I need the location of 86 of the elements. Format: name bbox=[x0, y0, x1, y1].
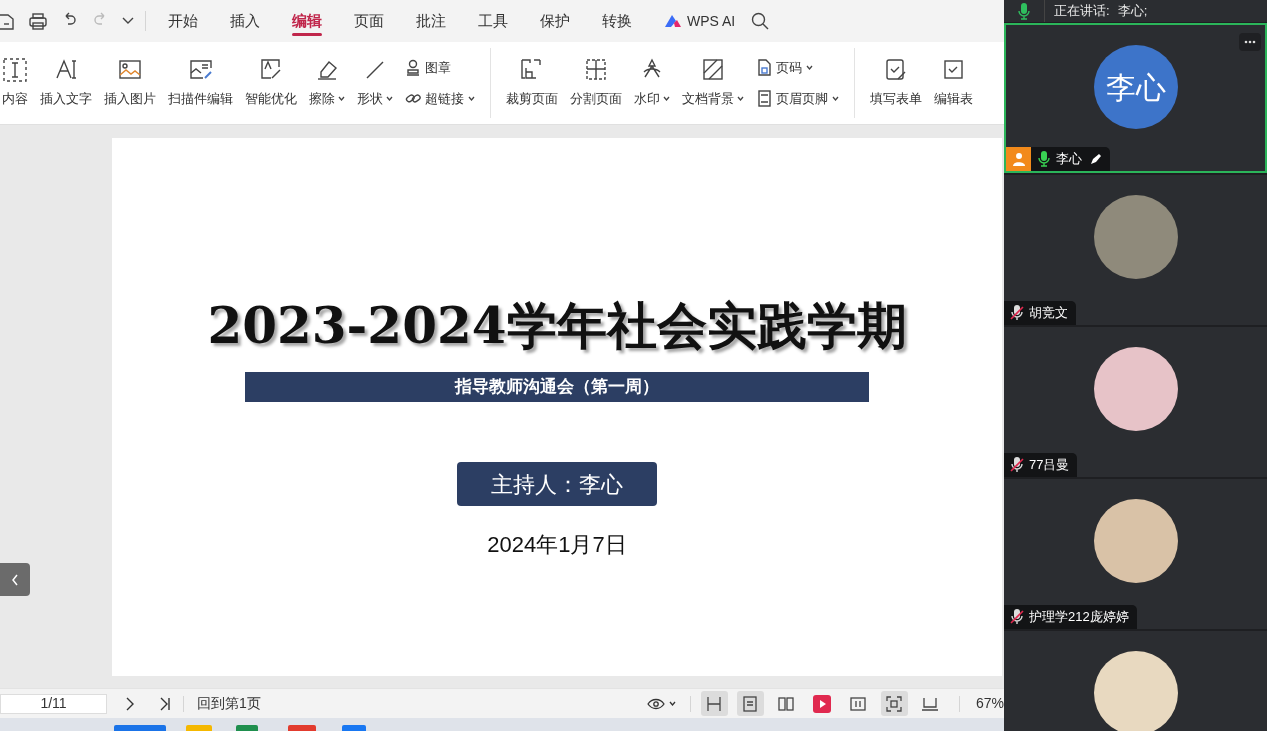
ribbon-button[interactable]: 扫描件编辑 bbox=[163, 48, 238, 118]
avatar: 李心 bbox=[1093, 45, 1178, 129]
ribbon-button[interactable]: 裁剪页面 bbox=[501, 48, 563, 118]
participant-name: 护理学212庞婷婷 bbox=[1029, 608, 1129, 627]
single-page-icon bbox=[741, 694, 760, 713]
ribbon-button[interactable]: 智能优化 bbox=[240, 48, 302, 118]
menu-tab[interactable]: 保护 bbox=[524, 0, 586, 42]
text-cursor-icon bbox=[3, 57, 27, 82]
fit-page-icon bbox=[885, 694, 904, 713]
ribbon-button[interactable]: 编辑表 bbox=[929, 48, 978, 118]
more-button[interactable] bbox=[1239, 33, 1261, 51]
caret-down-icon bbox=[806, 64, 813, 70]
participant-name: 77吕曼 bbox=[1029, 456, 1070, 475]
form-icon bbox=[884, 57, 908, 82]
menu-tab[interactable]: 工具 bbox=[462, 0, 524, 42]
background-icon bbox=[701, 57, 725, 82]
view-mode-button[interactable] bbox=[880, 691, 908, 716]
slide-date: 2024年1月7日 bbox=[487, 531, 627, 559]
caret-down-icon bbox=[737, 96, 744, 101]
caret-down-icon bbox=[338, 96, 345, 101]
fit-width-icon bbox=[705, 694, 724, 713]
slide-host: 主持人：李心 bbox=[457, 462, 657, 506]
scan-edit-icon bbox=[188, 57, 213, 82]
ribbon-button[interactable]: 分割页面 bbox=[565, 48, 627, 118]
view-mode-button[interactable] bbox=[646, 697, 676, 710]
ribbon-button[interactable]: 图章 bbox=[405, 57, 475, 77]
ribbon-button[interactable]: 文档背景 bbox=[677, 48, 749, 118]
ribbon-button[interactable]: 插入文字 bbox=[35, 48, 97, 118]
ribbon-button[interactable]: 页眉页脚 bbox=[756, 89, 839, 109]
page-icon bbox=[756, 58, 772, 76]
view-mode-button[interactable] bbox=[736, 691, 764, 716]
slide-subtitle: 指导教师沟通会（第一周） bbox=[245, 372, 869, 402]
header-footer-icon bbox=[756, 90, 772, 108]
split-icon bbox=[584, 57, 608, 82]
more-icon bbox=[1244, 40, 1256, 44]
form-icon bbox=[941, 57, 966, 82]
slide-title: 2023-2024学年社会实践学期 bbox=[207, 296, 907, 356]
ribbon-button[interactable]: 页码 bbox=[756, 57, 839, 77]
caret-down-icon[interactable] bbox=[122, 17, 134, 25]
stamp-icon bbox=[405, 58, 421, 76]
person-icon bbox=[1011, 152, 1026, 166]
eye-icon bbox=[646, 697, 665, 710]
menu-tab[interactable]: 页面 bbox=[338, 0, 400, 42]
menu-tab[interactable]: 编辑 bbox=[276, 0, 338, 42]
microphone-icon bbox=[1018, 2, 1030, 20]
ribbon-button[interactable]: 填写表单 bbox=[865, 48, 927, 118]
caret-down-icon bbox=[832, 96, 839, 102]
text-icon bbox=[54, 57, 78, 82]
last-page-icon[interactable] bbox=[159, 696, 171, 711]
caret-down-icon bbox=[468, 96, 475, 102]
view-mode-button[interactable] bbox=[700, 691, 728, 716]
menu-tab[interactable]: 插入 bbox=[214, 0, 276, 42]
caret-down-icon bbox=[663, 96, 670, 101]
chevron-left-icon bbox=[11, 573, 19, 586]
ribbon-button[interactable]: 擦除 bbox=[304, 48, 350, 118]
ribbon-button[interactable]: 插入图片 bbox=[99, 48, 161, 118]
next-page-icon[interactable] bbox=[125, 696, 135, 711]
play-icon bbox=[813, 694, 832, 713]
speaking-name: 李心; bbox=[1117, 2, 1148, 21]
ribbon-button[interactable]: 超链接 bbox=[405, 89, 475, 109]
ribbon-button[interactable]: 水印 bbox=[629, 48, 675, 118]
ai-logo-icon bbox=[664, 14, 682, 28]
speaking-label: 正在讲话: bbox=[1054, 2, 1110, 21]
participant-name: 李心 bbox=[1056, 150, 1082, 169]
caret-down-icon bbox=[668, 701, 676, 706]
menu-tab[interactable]: WPS AI bbox=[648, 0, 752, 42]
grid-page-icon bbox=[849, 694, 868, 713]
ribbon-button[interactable]: 形状 bbox=[352, 48, 398, 118]
caret-down-icon bbox=[386, 96, 393, 101]
collapse-panel-button[interactable] bbox=[0, 563, 30, 596]
menu-tab[interactable]: 转换 bbox=[586, 0, 648, 42]
print-icon[interactable] bbox=[28, 12, 48, 30]
zoom-level: 67% bbox=[975, 694, 1004, 713]
image-icon bbox=[118, 57, 142, 82]
two-page-icon bbox=[777, 694, 796, 713]
save-icon[interactable] bbox=[0, 12, 14, 30]
back-to-first-page-link[interactable]: 回到第1页 bbox=[197, 693, 261, 714]
menu-tab[interactable]: 批注 bbox=[400, 0, 462, 42]
participant-name: 胡竞文 bbox=[1029, 304, 1068, 323]
ribbon-button[interactable]: 内容 bbox=[0, 48, 33, 118]
crop-icon bbox=[520, 57, 544, 82]
search-icon[interactable] bbox=[751, 12, 770, 30]
page-number-field[interactable]: 1/11 bbox=[0, 693, 107, 714]
edit-icon bbox=[259, 57, 283, 82]
pencil-icon bbox=[1090, 153, 1102, 165]
menu-tab[interactable]: 开始 bbox=[152, 0, 214, 42]
